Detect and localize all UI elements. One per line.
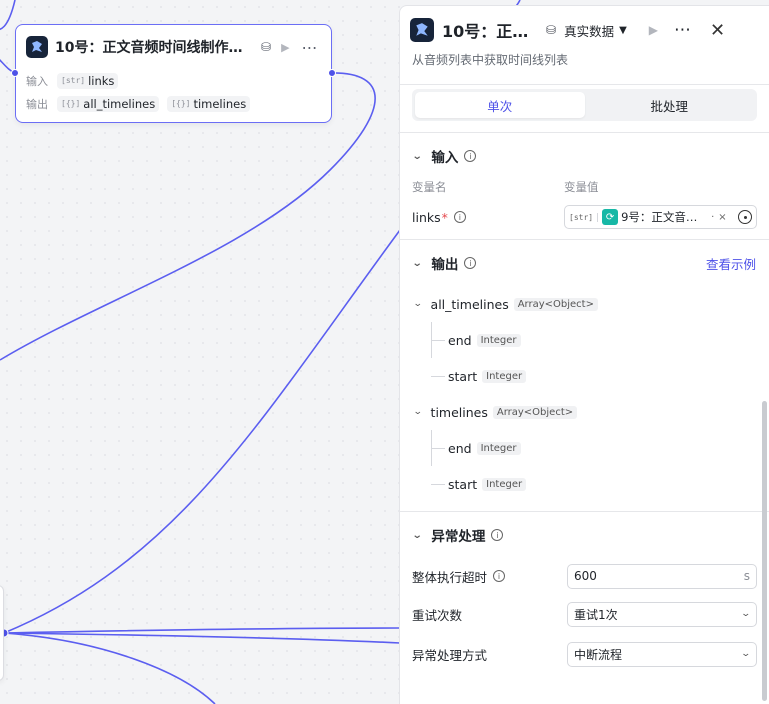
edge-fan-2 — [3, 627, 401, 634]
debug-icon[interactable]: ⛁ — [546, 23, 556, 37]
node-logo-icon — [26, 36, 48, 58]
info-icon[interactable]: i — [464, 150, 477, 162]
see-example-link[interactable]: 查看示例 — [706, 254, 756, 273]
chevron-down-icon: ⌄ — [740, 609, 752, 619]
retry-select[interactable]: 重试1次 ⌄ — [567, 601, 757, 627]
chevron-down-icon: ⌄ — [412, 407, 423, 417]
input-var-row: links * i [str] ⟳ 9号：正文音频… · × — [400, 199, 769, 235]
output-subfield-end: end Integer — [414, 430, 769, 466]
tab-single[interactable]: 单次 — [415, 92, 585, 118]
panel-title: 10号：正… — [442, 22, 529, 41]
chevron-down-icon: ⌄ — [411, 257, 423, 269]
retry-row: 重试次数 重试1次 ⌄ — [400, 594, 769, 634]
input-label: 输入 — [26, 74, 48, 88]
edge-fan-1 — [3, 229, 401, 634]
chevron-down-icon: ⌄ — [411, 529, 423, 541]
handling-row: 异常处理方式 中断流程 ⌄ — [400, 634, 769, 674]
edge-fan-3 — [3, 632, 401, 644]
timeout-row: 整体执行超时 i 600 s — [400, 558, 769, 594]
workflow-node-10[interactable]: 10号：正文音频时间线制作a… ⛁ ▶ ⋯ 输入 [str] links 输出 [… — [11, 24, 336, 123]
handling-label: 异常处理方式 — [412, 647, 488, 663]
edge-fan-4 — [3, 632, 216, 704]
edge-top-left — [0, 0, 16, 31]
input-port[interactable] — [11, 69, 19, 77]
info-icon[interactable]: i — [491, 529, 504, 541]
timeout-label: 整体执行超时 i — [412, 567, 567, 586]
panel-description: 从音频列表中获取时间线列表 — [412, 53, 569, 67]
var-reference-field[interactable]: [str] ⟳ 9号：正文音频… · × — [564, 205, 757, 229]
timeout-input[interactable]: 600 s — [567, 563, 757, 589]
chevron-down-icon: ⌄ — [412, 299, 423, 309]
target-select-icon[interactable] — [738, 210, 752, 224]
node-config-panel: 10号：正… ⛁ 真实数据 ▼ ▶ ⋯ ✕ 从音频列表中获取时间线列表 单次 批处… — [399, 5, 769, 704]
exception-section-header[interactable]: ⌄ 异常处理 i — [400, 512, 769, 558]
close-icon[interactable]: ✕ — [710, 20, 725, 41]
run-icon[interactable]: ▶ — [649, 23, 658, 37]
caret-down-icon: ▼ — [619, 24, 627, 36]
info-icon[interactable]: i — [493, 570, 506, 582]
left-partial-node[interactable] — [0, 585, 4, 681]
debug-icon[interactable]: ⛁ — [261, 40, 271, 54]
remove-reference-icon[interactable]: × — [718, 212, 726, 223]
handling-select[interactable]: 中断流程 ⌄ — [567, 641, 757, 667]
loop-node-icon: ⟳ — [602, 209, 619, 225]
run-icon[interactable]: ▶ — [281, 41, 289, 54]
panel-scrollbar[interactable] — [762, 401, 767, 701]
panel-logo-icon — [410, 18, 434, 42]
input-tag-links: [str] links — [57, 72, 119, 89]
output-tag-all-timelines: [{}] all_timelines — [57, 95, 160, 112]
input-column-headers: 变量名 变量值 — [412, 180, 599, 194]
output-tag-timelines: [{}] timelines — [167, 95, 251, 112]
output-section-header[interactable]: ⌄ 输出 i 查看示例 — [400, 240, 769, 286]
output-field-all-timelines[interactable]: ⌄ all_timelines Array<Object> — [412, 286, 769, 322]
output-tree: ⌄ all_timelines Array<Object> end Intege… — [400, 286, 769, 502]
info-icon[interactable]: i — [464, 257, 477, 269]
chevron-down-icon: ⌄ — [411, 150, 423, 162]
output-subfield-start: start Integer — [414, 466, 769, 502]
data-mode-dropdown[interactable]: 真实数据 ▼ — [564, 21, 627, 40]
var-name: links * i — [412, 210, 564, 225]
retry-label: 重试次数 — [412, 607, 463, 623]
output-label: 输出 — [26, 97, 48, 111]
more-icon[interactable]: ⋯ — [674, 20, 692, 40]
chevron-down-icon: ⌄ — [740, 649, 752, 659]
node-title: 10号：正文音频时间线制作a… — [55, 40, 251, 56]
tab-batch[interactable]: 批处理 — [585, 92, 755, 118]
run-mode-tabs: 单次 批处理 — [412, 89, 757, 121]
input-section-header[interactable]: ⌄ 输入 i — [400, 133, 769, 179]
output-field-timelines[interactable]: ⌄ timelines Array<Object> — [412, 394, 769, 430]
info-icon[interactable]: i — [453, 211, 466, 223]
output-subfield-end: end Integer — [414, 322, 769, 358]
output-port[interactable] — [328, 69, 336, 77]
more-icon[interactable]: ⋯ — [302, 38, 319, 57]
output-subfield-start: start Integer — [414, 358, 769, 394]
